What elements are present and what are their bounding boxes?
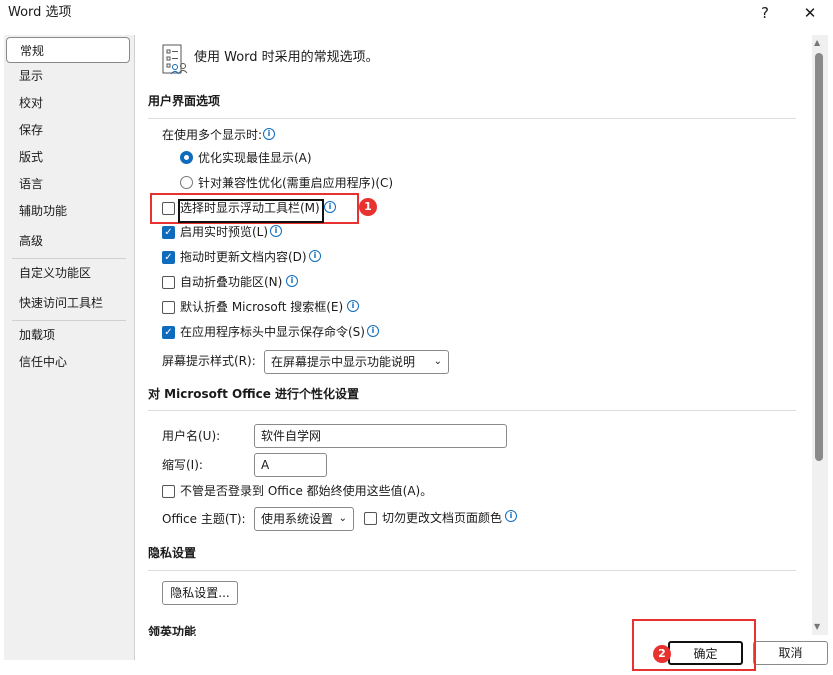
live-preview-checkbox[interactable]: ✓ xyxy=(162,226,175,239)
sidebar-item-trust-center[interactable]: 信任中心 xyxy=(6,349,130,375)
sidebar-item-addins[interactable]: 加载项 xyxy=(6,322,130,348)
initials-label: 缩写(I): xyxy=(162,458,203,472)
sidebar-divider xyxy=(12,258,126,259)
info-icon[interactable]: i xyxy=(505,510,517,522)
info-icon[interactable]: i xyxy=(367,325,379,337)
general-options-icon xyxy=(162,44,188,76)
scrollbar-thumb[interactable] xyxy=(815,53,823,461)
always-use-checkbox[interactable] xyxy=(162,485,175,498)
scroll-up-icon[interactable]: ▲ xyxy=(814,38,820,47)
sidebar-item-display[interactable]: 显示 xyxy=(6,63,130,89)
theme-select[interactable]: 使用系统设置 ⌄ xyxy=(254,507,354,531)
screentip-label: 屏幕提示样式(R): xyxy=(162,354,256,368)
sidebar-divider xyxy=(12,320,126,321)
collapse-ribbon-label[interactable]: 自动折叠功能区(N) xyxy=(180,274,282,290)
screentip-value: 在屏幕提示中显示功能说明 xyxy=(271,355,416,369)
multi-display-label: 在使用多个显示时: xyxy=(162,128,263,142)
privacy-heading: 隐私设置 xyxy=(148,546,197,560)
chevron-down-icon: ⌄ xyxy=(433,356,442,367)
username-input[interactable]: 软件自学网 xyxy=(254,424,507,448)
compatibility-label[interactable]: 针对兼容性优化(需重启应用程序)(C) xyxy=(198,175,393,191)
linkedin-heading: 领英功能 xyxy=(148,625,197,636)
window-title: Word 选项 xyxy=(8,5,72,20)
ui-options-heading: 用户界面选项 xyxy=(148,94,221,108)
scroll-down-icon[interactable]: ▼ xyxy=(814,622,820,631)
annotation-highlight-box xyxy=(632,619,756,671)
sidebar-item-proofing[interactable]: 校对 xyxy=(6,90,130,116)
sidebar-item-customize-ribbon[interactable]: 自定义功能区 xyxy=(6,260,130,286)
update-on-drag-checkbox[interactable]: ✓ xyxy=(162,251,175,264)
collapse-search-checkbox[interactable] xyxy=(162,301,175,314)
theme-label: Office 主题(T): xyxy=(162,512,246,526)
divider xyxy=(148,410,796,411)
info-icon[interactable]: i xyxy=(270,225,282,237)
no-change-color-checkbox[interactable] xyxy=(364,512,377,525)
theme-value: 使用系统设置 xyxy=(261,512,334,526)
sidebar-item-layout[interactable]: 版式 xyxy=(6,144,130,170)
sidebar: 常规 显示 校对 保存 版式 语言 辅助功能 高级 自定义功能区 快速访问工具栏… xyxy=(4,35,135,660)
initials-input[interactable]: A xyxy=(254,453,327,477)
compatibility-radio[interactable] xyxy=(180,176,193,189)
annotation-text-box xyxy=(178,199,324,223)
update-on-drag-label[interactable]: 拖动时更新文档内容(D) xyxy=(180,249,307,265)
help-button[interactable]: ? xyxy=(750,2,780,24)
close-button[interactable]: ✕ xyxy=(795,2,825,24)
annotation-badge-2: 2 xyxy=(653,645,671,663)
no-change-color-label[interactable]: 切勿更改文档页面颜色 xyxy=(382,510,502,526)
optimize-display-radio[interactable] xyxy=(180,151,193,164)
info-icon[interactable]: i xyxy=(286,275,298,287)
sidebar-item-accessibility[interactable]: 辅助功能 xyxy=(6,198,130,224)
cancel-button[interactable]: 取消 xyxy=(753,641,828,665)
divider xyxy=(148,118,796,119)
info-icon[interactable]: i xyxy=(309,250,321,262)
always-use-label[interactable]: 不管是否登录到 Office 都始终使用这些值(A)。 xyxy=(180,483,432,499)
sidebar-item-language[interactable]: 语言 xyxy=(6,171,130,197)
chevron-down-icon: ⌄ xyxy=(338,513,347,524)
show-save-command-checkbox[interactable]: ✓ xyxy=(162,326,175,339)
privacy-settings-button[interactable]: 隐私设置... xyxy=(162,581,238,605)
optimize-display-label[interactable]: 优化实现最佳显示(A) xyxy=(198,150,312,166)
sidebar-item-save[interactable]: 保存 xyxy=(6,117,130,143)
annotation-badge-1: 1 xyxy=(359,198,377,216)
info-icon[interactable]: i xyxy=(347,300,359,312)
username-label: 用户名(U): xyxy=(162,429,221,443)
sidebar-item-quick-access-toolbar[interactable]: 快速访问工具栏 xyxy=(6,290,130,316)
intro-text: 使用 Word 时采用的常规选项。 xyxy=(194,50,379,65)
collapse-ribbon-checkbox[interactable] xyxy=(162,276,175,289)
sidebar-item-advanced[interactable]: 高级 xyxy=(6,228,130,254)
screentip-select[interactable]: 在屏幕提示中显示功能说明 ⌄ xyxy=(264,350,449,374)
info-icon[interactable]: i xyxy=(263,128,275,140)
divider xyxy=(148,570,796,571)
collapse-search-label[interactable]: 默认折叠 Microsoft 搜索框(E) xyxy=(180,299,343,315)
show-save-command-label[interactable]: 在应用程序标头中显示保存命令(S) xyxy=(180,324,365,340)
sidebar-item-general[interactable]: 常规 xyxy=(6,37,130,63)
live-preview-label[interactable]: 启用实时预览(L) xyxy=(180,224,268,240)
personalize-heading: 对 Microsoft Office 进行个性化设置 xyxy=(148,387,360,401)
